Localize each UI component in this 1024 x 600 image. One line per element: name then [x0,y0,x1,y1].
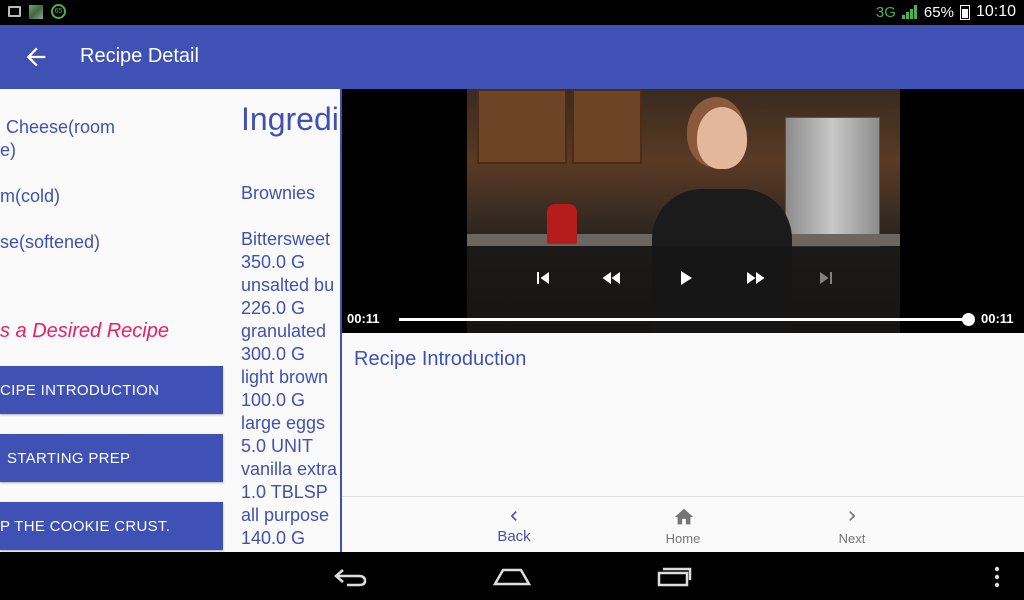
recipe-name: Brownies [241,183,316,203]
system-home-icon[interactable] [492,564,532,593]
page-title: Recipe Detail [80,45,199,67]
seek-thumb[interactable] [962,313,975,326]
ingredient-item: e) [0,140,17,160]
back-button[interactable]: Back [454,497,574,552]
ingredient-item: m(cold) [0,186,61,206]
home-label: Home [665,531,701,546]
image-icon [8,6,21,17]
chevron-right-icon [849,511,856,521]
battery-icon [959,4,970,20]
ingredient-name: granulated [241,321,327,341]
ingredient-name: unsalted bu [241,275,335,295]
arrow-left-icon[interactable] [22,43,50,71]
app-bar: Recipe Detail [0,25,1024,89]
ingredient-name: Bittersweet [241,229,331,249]
home-button[interactable]: Home [623,497,743,552]
ingredient-name: vanilla extra [241,459,338,479]
system-recents-icon[interactable] [656,564,692,593]
step-detail-panel: 00:11 00:11 Recipe Introduction Back Hom… [340,89,1024,552]
step-title: Recipe Introduction [354,348,527,370]
back-label: Back [497,528,531,545]
video-player[interactable]: 00:11 00:11 [342,89,1024,333]
system-back-icon[interactable] [333,564,369,593]
ingredient-qty: 140.0 G [241,528,306,548]
ingredient-name: large eggs [241,413,326,433]
ingredient-qty: 1.0 TBLSP [241,482,328,502]
ingredient-name: all purpose [241,505,330,525]
network-type: 3G [875,3,896,21]
total-time: 00:11 [981,311,1014,326]
step-button-cookie-crust[interactable]: P THE COOKIE CRUST. [0,502,223,550]
skip-next-icon[interactable] [814,266,838,290]
system-nav-bar [0,552,1024,600]
play-icon[interactable] [673,266,697,290]
app-icon [29,4,43,19]
main-content: Cheese(room e) m(cold) se(softened) s a … [0,89,1024,552]
skip-previous-icon[interactable] [531,266,555,290]
ingredients-heading: Ingredi [241,101,339,137]
home-icon [674,508,694,525]
step-button-starting-prep[interactable]: STARTING PREP [0,434,223,482]
ingredient-qty: 350.0 G [241,252,306,272]
ingredient-list: Bittersweet 350.0 G unsalted bu 226.0 G … [241,228,337,550]
ingredient-qty: 226.0 G [241,298,306,318]
ingredient-item: se(softened) [0,232,101,252]
notification-icons: 65 [8,4,66,19]
signal-icon [901,5,918,19]
desired-recipe-label: s a Desired Recipe [0,320,169,342]
overflow-menu-icon[interactable] [992,566,1002,593]
chevron-left-icon [510,511,517,521]
ingredients-steps-column: Cheese(room e) m(cold) se(softened) s a … [0,89,230,552]
status-indicators: 3G 65% 10:10 [876,3,1016,21]
next-label: Next [838,531,866,546]
ingredients-list: Ingredi Brownies Bittersweet 350.0 G uns… [241,89,341,552]
app65-icon: 65 [51,4,66,19]
ingredient-qty: 300.0 G [241,344,306,364]
seek-bar[interactable] [399,318,969,321]
fast-forward-icon[interactable] [743,266,767,290]
current-time: 00:11 [347,311,380,326]
ingredient-item: Cheese(room [6,117,116,137]
rewind-icon[interactable] [600,266,624,290]
status-bar: 65 3G 65% 10:10 [0,0,1024,25]
ingredient-qty: 5.0 UNIT [241,436,314,456]
step-navigation: Back Home Next [342,496,1024,552]
clock: 10:10 [975,3,1016,20]
ingredient-qty: 100.0 G [241,390,306,410]
ingredient-name: light brown [241,367,329,387]
battery-percent: 65% [923,3,954,21]
next-button[interactable]: Next [792,497,912,552]
step-button-recipe-introduction[interactable]: CIPE INTRODUCTION [0,366,223,414]
